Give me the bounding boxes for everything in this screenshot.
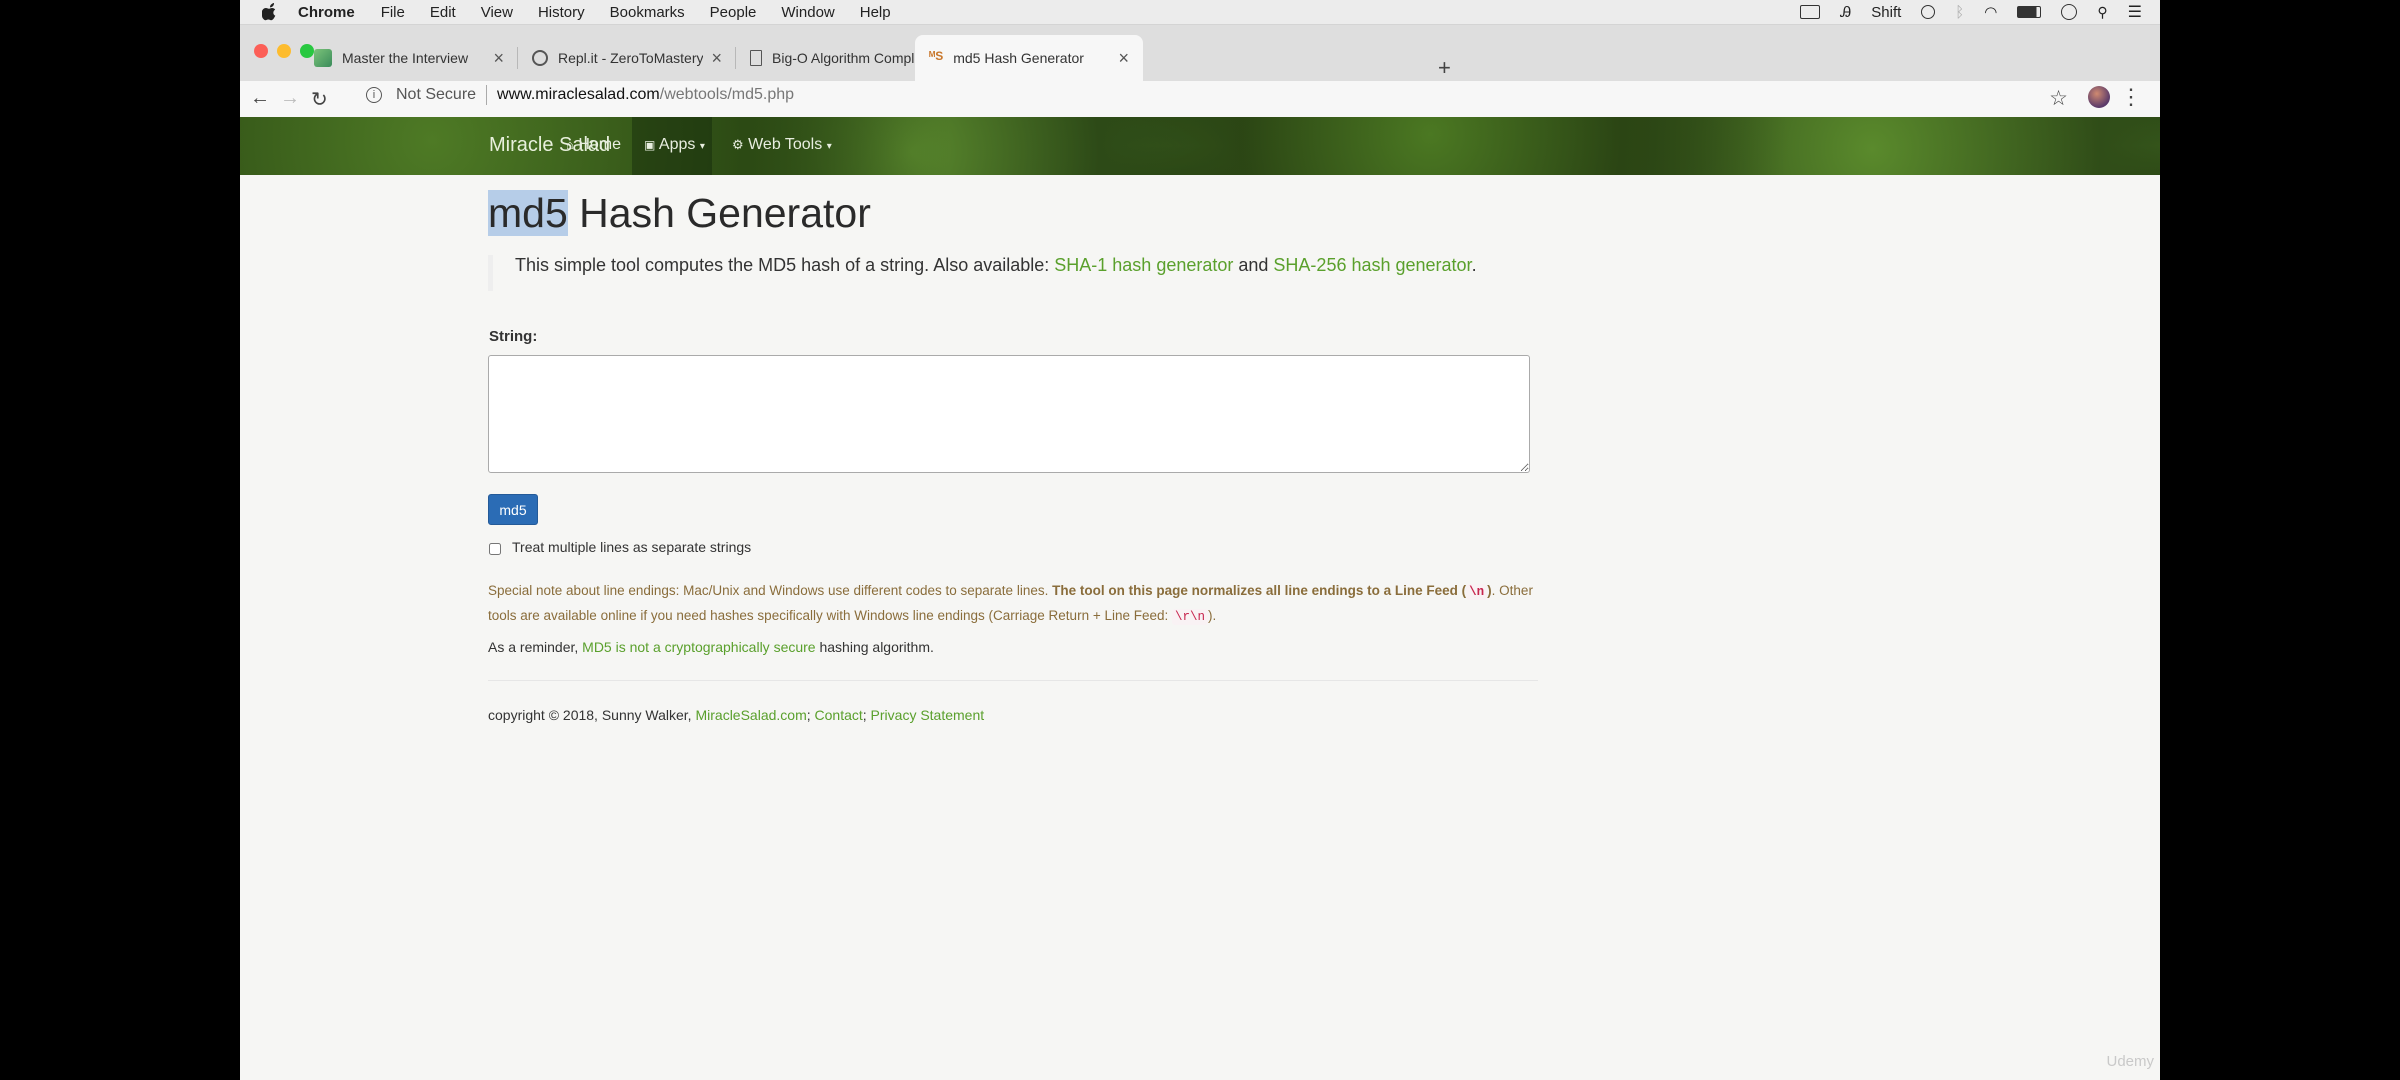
checkbox-label[interactable]: Treat multiple lines as separate strings (512, 539, 751, 555)
forward-icon[interactable]: → (280, 87, 300, 110)
footer-contact-link[interactable]: Contact (815, 707, 863, 723)
close-tab-icon[interactable]: × (493, 48, 504, 69)
briefcase-icon: ▣ (644, 138, 656, 152)
ztm-icon (314, 49, 332, 67)
ms-icon: ᴹS (929, 49, 944, 63)
udemy-watermark: Udemy (2106, 1053, 2154, 1070)
menu-view[interactable]: View (481, 4, 513, 21)
close-window-button[interactable] (254, 44, 268, 58)
home-icon: ⌂ (566, 137, 574, 152)
address-bar[interactable]: i Not Secure www.miraclesalad.com /webto… (366, 85, 794, 105)
screen: Chrome File Edit View History Bookmarks … (240, 0, 2160, 1080)
lf-code: \n (1466, 584, 1488, 600)
string-input[interactable] (488, 355, 1530, 473)
mac-menubar: Chrome File Edit View History Bookmarks … (240, 0, 2160, 25)
spotlight-icon[interactable]: ⚲ (2097, 4, 2107, 21)
menu-app-name[interactable]: Chrome (298, 4, 355, 21)
footer-privacy-link[interactable]: Privacy Statement (871, 707, 985, 723)
caret-down-icon: ▾ (826, 141, 832, 152)
menu-people[interactable]: People (710, 4, 757, 21)
browser-toolbar: ← → ↻ i Not Secure www.miraclesalad.com … (240, 81, 2160, 118)
caret-down-icon: ▾ (699, 141, 705, 152)
shift-status[interactable]: Shift (1871, 4, 1901, 21)
tab-title: Big-O Algorithm Complexity Cheat Sheet (772, 50, 921, 66)
security-label[interactable]: Not Secure (396, 86, 476, 104)
apple-icon[interactable] (262, 3, 278, 21)
close-tab-icon[interactable]: × (711, 48, 722, 69)
md5-insecure-link[interactable]: MD5 is not a cryptographically secure (582, 639, 815, 655)
menu-file[interactable]: File (381, 4, 405, 21)
nav-apps[interactable]: ▣ Apps ▾ (644, 136, 705, 154)
battery-icon[interactable] (2017, 6, 2042, 18)
menu-help[interactable]: Help (860, 4, 891, 21)
footer-site-link[interactable]: MiracleSalad.com (695, 707, 806, 723)
bookmark-star-icon[interactable]: ☆ (2049, 86, 2068, 111)
cogs-icon: ⚙ (732, 137, 744, 152)
nav-web-tools[interactable]: ⚙ Web Tools ▾ (732, 136, 832, 154)
sha1-link[interactable]: SHA-1 hash generator (1054, 255, 1233, 275)
text-input-icon[interactable]: Ꭿ (1840, 4, 1851, 21)
url-host[interactable]: www.miraclesalad.com (497, 86, 660, 104)
new-tab-button[interactable]: + (1438, 55, 1451, 81)
close-tab-icon[interactable]: × (1118, 48, 1129, 69)
menu-history[interactable]: History (538, 4, 585, 21)
reminder-text: As a reminder, MD5 is not a cryptographi… (488, 639, 934, 655)
status-area: Ꭿ Shift ᛒ ◠ ⚲ ☰ (1800, 0, 2142, 24)
reload-icon[interactable]: ↻ (311, 87, 328, 112)
divider (488, 680, 1538, 681)
footer: copyright © 2018, Sunny Walker, MiracleS… (488, 707, 985, 723)
site-navbar: Miracle Salad ⌂ Home ▣ Apps ▾ ⚙ Web Tool… (240, 117, 2160, 175)
tab-title: Master the Interview (342, 50, 469, 66)
replit-icon (532, 50, 548, 66)
clock-icon[interactable] (1921, 5, 1936, 19)
nav-home[interactable]: ⌂ Home (566, 136, 621, 154)
menu-bookmarks[interactable]: Bookmarks (610, 4, 685, 21)
separate-lines-checkbox[interactable] (489, 543, 501, 555)
minimize-window-button[interactable] (277, 44, 291, 58)
menu-kebab-icon[interactable]: ⋮ (2120, 84, 2142, 110)
tab-title: md5 Hash Generator (953, 50, 1084, 66)
info-icon[interactable] (2061, 4, 2078, 20)
document-icon (750, 50, 762, 66)
selected-text: md5 (488, 190, 568, 236)
tab-title: Repl.it - ZeroToMastery (558, 50, 704, 66)
tab-replit[interactable]: Repl.it - ZeroToMastery × (518, 35, 736, 81)
string-label: String: (489, 328, 538, 345)
sha256-link[interactable]: SHA-256 hash generator (1273, 255, 1471, 275)
page-content: md5 Hash Generator This simple tool comp… (240, 175, 2160, 1080)
bluetooth-icon[interactable]: ᛒ (1955, 4, 1964, 21)
page-title: md5 Hash Generator (488, 190, 871, 236)
crlf-code: \r\n (1172, 609, 1209, 625)
list-icon[interactable]: ☰ (2128, 2, 2142, 22)
wifi-icon[interactable]: ◠ (1984, 3, 1997, 21)
tab-md5-hash-generator[interactable]: ᴹS md5 Hash Generator × (915, 35, 1143, 81)
menu-edit[interactable]: Edit (430, 4, 456, 21)
md5-button[interactable]: md5 (488, 494, 538, 525)
browser-tab-strip: Master the Interview × Repl.it - ZeroToM… (240, 25, 2160, 81)
info-icon[interactable]: i (366, 87, 382, 103)
tab-master-the-interview[interactable]: Master the Interview × (300, 35, 518, 81)
line-endings-note: Special note about line endings: Mac/Uni… (488, 583, 1533, 625)
lead-blockquote: This simple tool computes the MD5 hash o… (488, 255, 1477, 291)
back-icon[interactable]: ← (250, 87, 270, 110)
url-path[interactable]: /webtools/md5.php (660, 86, 794, 104)
screen-record-icon[interactable] (1800, 5, 1821, 19)
profile-avatar[interactable] (2088, 86, 2110, 108)
note-bold: The tool on this page normalizes all lin… (1052, 583, 1492, 600)
menu-window[interactable]: Window (781, 4, 834, 21)
